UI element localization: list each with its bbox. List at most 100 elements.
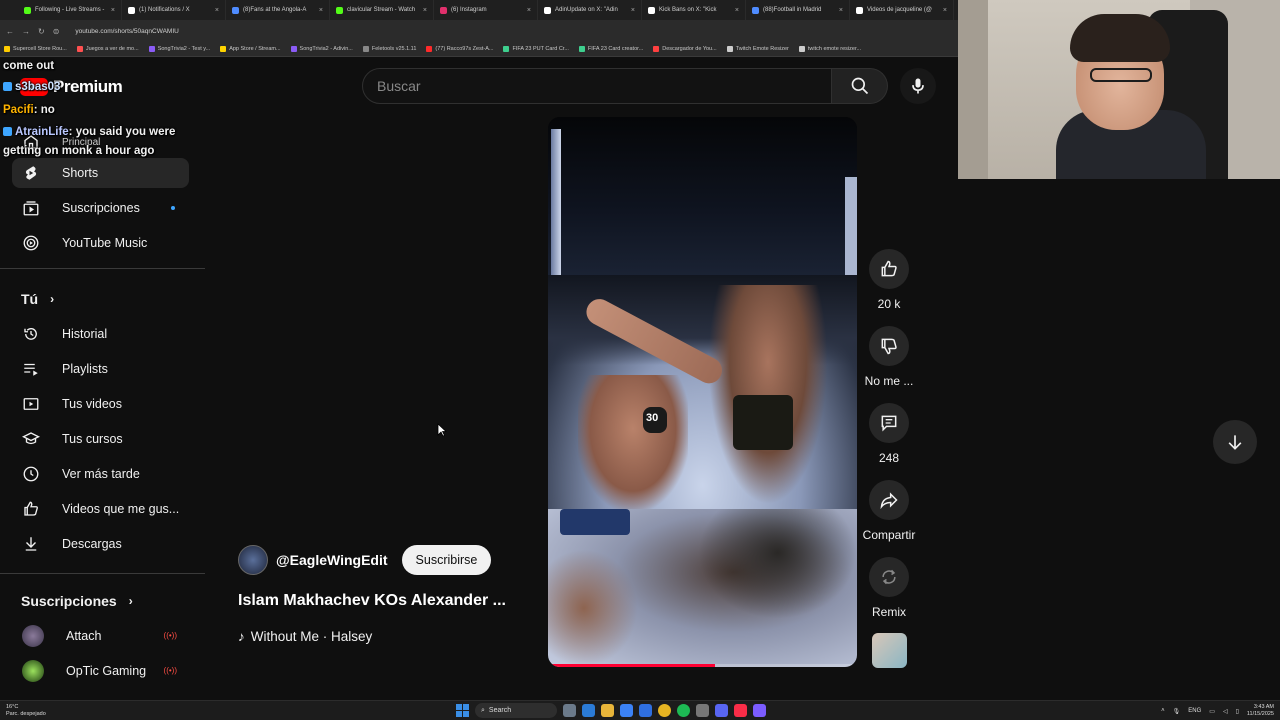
tab-close-icon[interactable]: × [423, 7, 427, 14]
subscriptions-section-header[interactable]: Suscripciones › [21, 593, 133, 609]
tab-close-icon[interactable]: × [839, 7, 843, 14]
teams-icon[interactable] [753, 704, 766, 717]
network-icon[interactable]: ▭ [1209, 708, 1215, 715]
browser-tab[interactable]: (88)Football in Madrid × [746, 0, 850, 20]
edge-icon[interactable] [582, 704, 595, 717]
sidebar-item-downloads[interactable]: Descargas [12, 529, 189, 559]
browser-tab[interactable]: clavicular Stream - Watch × [330, 0, 434, 20]
tab-close-icon[interactable]: × [111, 7, 115, 14]
spotify-icon[interactable] [677, 704, 690, 717]
discord-icon[interactable] [715, 704, 728, 717]
bookmark-item[interactable]: FIFA 23 PUT Card Cr... [503, 46, 569, 52]
sidebar-item-courses[interactable]: Tus cursos [12, 424, 189, 454]
browser-tab[interactable]: Videos de jacqueline (@ × [850, 0, 954, 20]
music-app-icon[interactable] [734, 704, 747, 717]
sidebar-item-history[interactable]: Historial [12, 319, 189, 349]
sidebar-item-playlists[interactable]: Playlists [12, 354, 189, 384]
sidebar-channel-optic-gaming[interactable]: OpTic Gaming ((•)) [12, 656, 189, 686]
channel-avatar[interactable] [238, 545, 268, 575]
bookmark-item[interactable]: SongTrivia2 - Test y... [148, 46, 210, 52]
bookmark-item[interactable]: Supercell Store Rou... [4, 46, 67, 52]
tab-close-icon[interactable]: × [319, 7, 323, 14]
browser-tab[interactable]: (8)Fans at the Angola-A × [226, 0, 330, 20]
sidebar-item-shorts[interactable]: Shorts [12, 158, 189, 188]
bookmark-item[interactable]: FIFA 23 Card creator... [578, 46, 643, 52]
tab-favicon-icon [440, 6, 447, 14]
language-indicator[interactable]: ENG [1188, 708, 1201, 714]
url-field[interactable]: youtube.com/shorts/50aqnCWAMIU [75, 28, 178, 35]
sidebar-item-youtube-music[interactable]: YouTube Music [12, 228, 189, 258]
bookmark-item[interactable]: Juegos a ver de mo... [76, 46, 139, 52]
voice-search-button[interactable] [900, 68, 936, 104]
bookmark-item[interactable]: App Store / Stream... [220, 46, 281, 52]
short-music-link[interactable]: ♪ Without Me · Halsey [238, 629, 372, 644]
tab-close-icon[interactable]: × [527, 7, 531, 14]
bookmark-item[interactable]: Feletools v25.1.11 [362, 46, 416, 52]
comments-button[interactable] [869, 403, 909, 443]
settings-icon[interactable] [696, 704, 709, 717]
windows-start-icon[interactable] [456, 704, 469, 717]
microphone-icon[interactable]: 🎙 [1173, 708, 1181, 715]
site-info-icon[interactable]: ⊜ [53, 27, 60, 36]
battery-icon[interactable]: ▯ [1236, 708, 1239, 715]
search-input[interactable]: Buscar [362, 68, 832, 104]
bookmark-item[interactable]: Descargador de You... [653, 46, 717, 52]
browser-tab[interactable]: Following - Live Streams - × [18, 0, 122, 20]
store-icon[interactable] [620, 704, 633, 717]
sidebar-item-your-videos[interactable]: Tus videos [12, 389, 189, 419]
chat-text: : you said you were [68, 126, 176, 138]
subscribe-button[interactable]: Suscribirse [401, 545, 492, 575]
sidebar-item-liked-videos[interactable]: Videos que me gus... [12, 494, 189, 524]
like-button[interactable] [869, 249, 909, 289]
weather-widget[interactable]: 16°C Parc. despejado [6, 704, 46, 718]
tab-close-icon[interactable]: × [631, 7, 635, 14]
you-section-header[interactable]: Tú › [21, 291, 54, 307]
chrome-icon[interactable] [658, 704, 671, 717]
tab-close-icon[interactable]: × [943, 7, 947, 14]
sidebar-item-subscriptions[interactable]: Suscripciones [12, 193, 189, 223]
clock[interactable]: 3:43 AM 11/15/2025 [1247, 704, 1274, 718]
sidebar-item-label: Ver más tarde [62, 467, 140, 481]
bookmark-item[interactable]: (77) Racco97s Zest-A... [426, 46, 493, 52]
sound-thumbnail[interactable] [872, 633, 907, 668]
video-progress-bar[interactable] [548, 664, 857, 667]
taskbar-search[interactable]: ⌕ Search [475, 703, 557, 718]
browser-tab[interactable]: (1) Notifications / X × [122, 0, 226, 20]
bookmark-favicon-icon [653, 46, 660, 52]
tab-label: Videos de jacqueline (@ [867, 7, 933, 13]
shorts-video-player[interactable]: 30 [548, 117, 857, 667]
tab-close-icon[interactable]: × [735, 7, 739, 14]
browser-tab[interactable]: Kick Bans on X: "Kick × [642, 0, 746, 20]
channel-handle[interactable]: @EagleWingEdit [276, 552, 388, 568]
bookmark-item[interactable]: Twitch Emote Resizer [726, 46, 789, 52]
back-icon[interactable]: ← [6, 27, 14, 36]
next-short-button[interactable] [1213, 420, 1257, 464]
browser-tab-strip: Following - Live Streams - × (1) Notificat… [0, 0, 958, 20]
dislike-button[interactable] [869, 326, 909, 366]
video-progress-fill [548, 664, 715, 667]
bookmark-item[interactable]: SongTrivia2 - Adivin... [290, 46, 353, 52]
mail-icon[interactable] [639, 704, 652, 717]
tab-close-icon[interactable]: × [215, 7, 219, 14]
chat-text: : no [33, 104, 55, 116]
music-label: Without Me · Halsey [250, 629, 373, 644]
chevron-up-icon[interactable]: ˄ [1161, 708, 1165, 714]
forward-icon[interactable]: → [22, 27, 30, 36]
short-title[interactable]: Islam Makhachev KOs Alexander ... [238, 592, 506, 610]
file-explorer-icon[interactable] [601, 704, 614, 717]
task-view-icon[interactable] [563, 704, 576, 717]
glove-number: 30 [646, 412, 659, 424]
search-button[interactable] [832, 68, 888, 104]
remix-button[interactable] [869, 557, 909, 597]
browser-tab[interactable]: AdinUpdate on X: "Adin × [538, 0, 642, 20]
tab-label: clavicular Stream - Watch [347, 7, 416, 13]
browser-tab[interactable]: (6) Instagram × [434, 0, 538, 20]
volume-icon[interactable]: ◁ [1223, 708, 1228, 715]
reload-icon[interactable]: ↻ [38, 27, 45, 36]
share-button[interactable] [869, 480, 909, 520]
sidebar-channel-attach[interactable]: Attach ((•)) [12, 621, 189, 651]
tab-label: (8)Fans at the Angola-A [243, 7, 307, 13]
dislike-action: No me ... [862, 326, 916, 388]
bookmark-item[interactable]: twitch emote resizer... [798, 46, 861, 52]
sidebar-item-watch-later[interactable]: Ver más tarde [12, 459, 189, 489]
